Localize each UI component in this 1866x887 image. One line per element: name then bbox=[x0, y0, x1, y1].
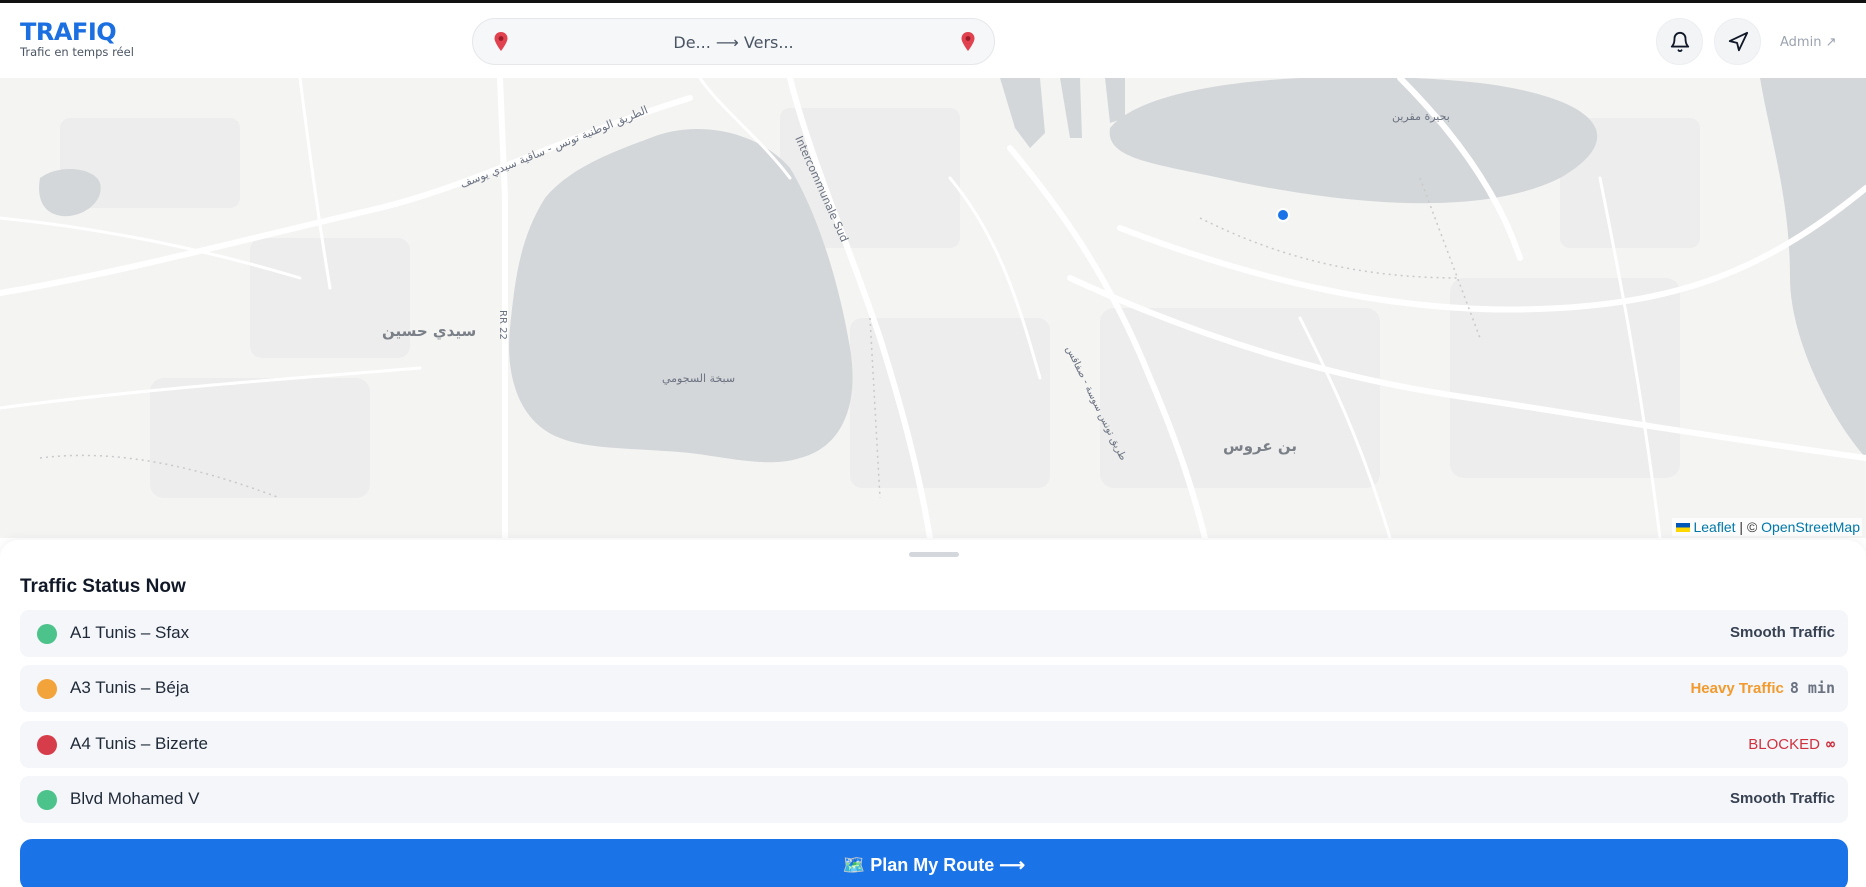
brand[interactable]: TRAFIQ Trafic en temps réel bbox=[20, 19, 134, 59]
road-name: A1 Tunis – Sfax bbox=[70, 623, 190, 642]
traffic-status-label: Smooth Traffic bbox=[1730, 790, 1835, 807]
attribution-separator: | © bbox=[1735, 519, 1762, 535]
traffic-bottom-sheet: Traffic Status Now A1 Tunis – Sfax Smoot… bbox=[0, 540, 1866, 887]
app-header: TRAFIQ Trafic en temps réel De... ⟶ Vers… bbox=[0, 3, 1866, 78]
delay-text: 8 min bbox=[1789, 679, 1835, 697]
traffic-status-dot bbox=[37, 790, 57, 810]
status-text: Smooth Traffic bbox=[1729, 624, 1835, 641]
notifications-button[interactable] bbox=[1656, 18, 1703, 65]
traffic-status-dot bbox=[37, 624, 57, 644]
traffic-status-label: Heavy Traffic 8 min bbox=[1690, 679, 1835, 697]
traffic-row[interactable]: A4 Tunis – Bizerte BLOCKED ∞ bbox=[20, 721, 1848, 768]
sheet-drag-handle[interactable] bbox=[909, 552, 959, 557]
traffic-row[interactable]: A3 Tunis – Béja Heavy Traffic 8 min bbox=[20, 665, 1848, 712]
status-text: Smooth Traffic bbox=[1729, 790, 1835, 807]
traffic-row[interactable]: A1 Tunis – Sfax Smooth Traffic bbox=[20, 610, 1848, 657]
road-name: A3 Tunis – Béja bbox=[70, 678, 190, 697]
admin-link[interactable]: Admin ↗ bbox=[1780, 35, 1836, 50]
route-search-bar[interactable]: De... ⟶ Vers... bbox=[472, 18, 995, 65]
route-search-text[interactable]: De... ⟶ Vers... bbox=[473, 33, 994, 52]
road-name: A4 Tunis – Bizerte bbox=[70, 734, 208, 753]
traffic-status-dot bbox=[37, 735, 57, 755]
traffic-map[interactable]: بحيرة مقرين سيدي حسين سبخة السجومي بن عر… bbox=[0, 78, 1866, 538]
map-label-sidi-hassine: سيدي حسين bbox=[382, 322, 476, 341]
brand-tagline: Trafic en temps réel bbox=[20, 45, 134, 59]
road-name: Blvd Mohamed V bbox=[70, 789, 200, 808]
navigate-button[interactable] bbox=[1714, 18, 1761, 65]
navigation-arrow-icon bbox=[1728, 31, 1748, 51]
status-text: BLOCKED bbox=[1748, 736, 1820, 753]
traffic-status-dot bbox=[37, 679, 57, 699]
current-location-marker[interactable] bbox=[1276, 208, 1290, 222]
traffic-status-label: BLOCKED ∞ bbox=[1748, 735, 1835, 753]
bell-icon bbox=[1670, 31, 1689, 52]
traffic-status-title: Traffic Status Now bbox=[20, 576, 186, 597]
status-text: Heavy Traffic bbox=[1690, 680, 1784, 697]
map-label-lake: بحيرة مقرين bbox=[1392, 110, 1450, 123]
map-attribution: Leaflet | © OpenStreetMap bbox=[1672, 518, 1862, 536]
map-pin-icon bbox=[961, 32, 975, 51]
map-tiles[interactable]: بحيرة مقرين سيدي حسين سبخة السجومي بن عر… bbox=[0, 78, 1866, 538]
leaflet-link[interactable]: Leaflet bbox=[1693, 519, 1735, 535]
traffic-row[interactable]: Blvd Mohamed V Smooth Traffic bbox=[20, 776, 1848, 823]
brand-logo[interactable]: TRAFIQ bbox=[20, 19, 134, 45]
map-label-ben-arous: بن عروس bbox=[1223, 437, 1297, 455]
map-label-sebkha: سبخة السجومي bbox=[662, 372, 735, 385]
ukraine-flag-icon bbox=[1676, 523, 1691, 532]
delay-text: ∞ bbox=[1825, 735, 1835, 753]
openstreetmap-link[interactable]: OpenStreetMap bbox=[1761, 519, 1860, 535]
traffic-status-label: Smooth Traffic bbox=[1730, 624, 1835, 641]
plan-route-button[interactable]: 🗺️ Plan My Route ⟶ bbox=[20, 839, 1848, 887]
map-label-rr22: RR 22 bbox=[497, 310, 508, 340]
